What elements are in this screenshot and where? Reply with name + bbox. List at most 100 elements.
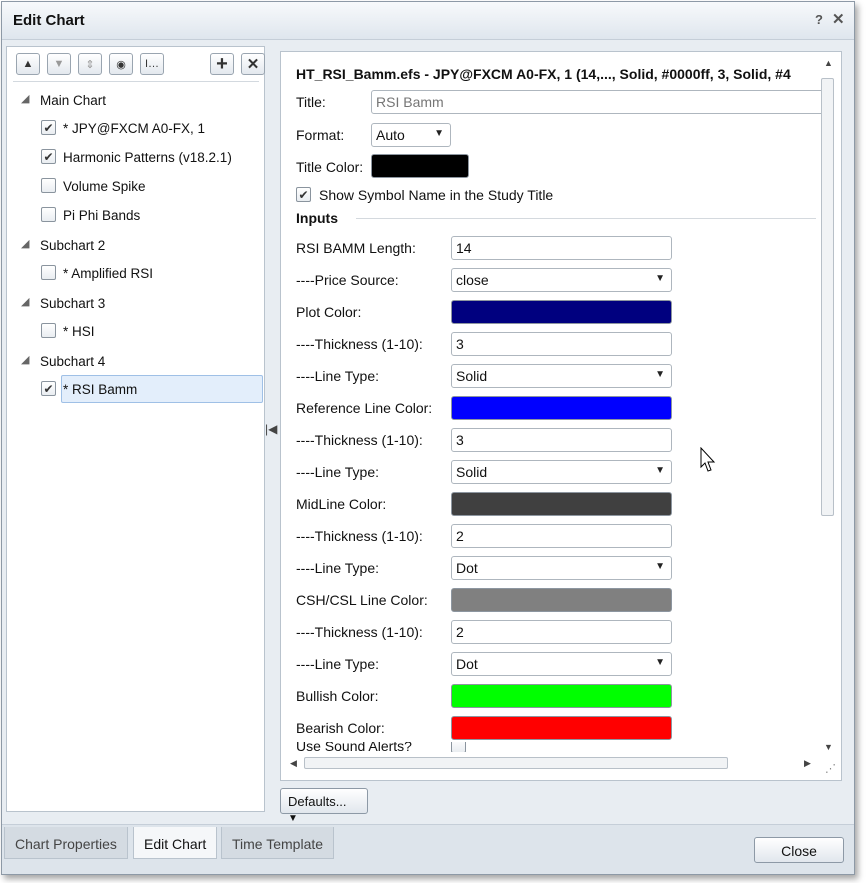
line-type-select[interactable]: Solid ▼	[451, 364, 672, 388]
tree-node-subchart2[interactable]: Subchart 2	[40, 233, 105, 257]
checkbox-volume[interactable]	[41, 178, 56, 193]
move-updown-icon[interactable]: ⇕	[78, 53, 102, 75]
chevron-down-icon: ▼	[655, 561, 665, 572]
plot-color-label: Plot Color:	[296, 304, 362, 320]
tree-item-jpy[interactable]: * JPY@FXCM A0-FX, 1	[63, 116, 205, 140]
line-type-select[interactable]: Dot ▼	[451, 652, 672, 676]
thickness-input[interactable]: 2	[451, 524, 672, 548]
bearish-color-label: Bearish Color:	[296, 720, 385, 736]
line-type-label: ----Line Type:	[296, 368, 379, 384]
thickness-label: ----Thickness (1-10):	[296, 624, 423, 640]
chevron-down-icon: ▼	[655, 369, 665, 380]
title-input[interactable]	[371, 90, 831, 114]
eye-icon[interactable]: ◉	[109, 53, 133, 75]
thickness-input[interactable]: 3	[451, 332, 672, 356]
collapse-panel-icon[interactable]: |◀	[265, 422, 277, 436]
add-study-icon[interactable]: +	[210, 53, 234, 75]
ref-color-label: Reference Line Color:	[296, 400, 433, 416]
horizontal-scroll-thumb[interactable]	[304, 757, 728, 769]
chevron-down-icon: ▼	[655, 273, 665, 284]
csh-color-swatch[interactable]	[451, 588, 672, 612]
tree-node-subchart3[interactable]: Subchart 3	[40, 291, 105, 315]
vertical-scroll-thumb[interactable]	[821, 78, 834, 516]
tree-item-hsi[interactable]: * HSI	[63, 319, 95, 343]
section-divider	[356, 218, 816, 219]
collapse-triangle-icon[interactable]: ◢	[21, 295, 29, 308]
length-input[interactable]: 14	[451, 236, 672, 260]
ref-color-swatch[interactable]	[451, 396, 672, 420]
checkbox-hsi[interactable]	[41, 323, 56, 338]
resize-grip-icon[interactable]: ⋰	[825, 762, 836, 775]
tab-chart-properties[interactable]: Chart Properties	[4, 827, 128, 859]
title-color-label: Title Color:	[296, 159, 364, 175]
text-cursor-icon[interactable]: I…	[140, 53, 164, 75]
tab-edit-chart[interactable]: Edit Chart	[133, 827, 218, 859]
show-symbol-label: Show Symbol Name in the Study Title	[319, 187, 554, 203]
checkbox-harmonic[interactable]: ✔	[41, 149, 56, 164]
bearish-color-swatch[interactable]	[451, 716, 672, 740]
bottom-bar: Chart Properties Edit Chart Time Templat…	[2, 824, 854, 874]
toolbar-divider	[13, 81, 259, 82]
csh-color-label: CSH/CSL Line Color:	[296, 592, 428, 608]
edit-chart-dialog: Edit Chart ? ✕ ▲ ▼ ⇕ ◉ I… + ✕ ◢ Main Cha…	[1, 1, 855, 875]
show-symbol-checkbox[interactable]: ✔	[296, 187, 311, 202]
checkbox-pi[interactable]	[41, 207, 56, 222]
line-type-label: ----Line Type:	[296, 656, 379, 672]
checkbox-rsibamm[interactable]: ✔	[41, 381, 56, 396]
sound-alerts-label: Use Sound Alerts?	[296, 742, 412, 752]
scroll-left-icon[interactable]: ◀	[290, 758, 297, 769]
study-properties-panel: HT_RSI_Bamm.efs - JPY@FXCM A0-FX, 1 (14,…	[280, 51, 842, 781]
defaults-button[interactable]: Defaults... ▼	[280, 788, 368, 824]
thickness-input[interactable]: 3	[451, 428, 672, 452]
title-color-swatch[interactable]	[371, 154, 469, 178]
line-type-label: ----Line Type:	[296, 560, 379, 576]
line-type-select[interactable]: Solid ▼	[451, 460, 672, 484]
collapse-triangle-icon[interactable]: ◢	[21, 92, 29, 105]
tree-item-harmonic[interactable]: Harmonic Patterns (v18.2.1)	[63, 145, 232, 169]
sound-alerts-checkbox[interactable]	[451, 742, 466, 752]
dialog-title: Edit Chart	[13, 12, 85, 29]
study-tree-panel: ▲ ▼ ⇕ ◉ I… + ✕ ◢ Main Chart ✔ * JPY@FXCM…	[6, 46, 265, 812]
chevron-down-icon: ▼	[288, 813, 298, 824]
plot-color-swatch[interactable]	[451, 300, 672, 324]
move-up-icon[interactable]: ▲	[16, 53, 40, 75]
inputs-section-title: Inputs	[296, 210, 338, 226]
clipped-row: Use Sound Alerts?	[281, 742, 819, 752]
tree-item-pi[interactable]: Pi Phi Bands	[63, 203, 140, 227]
checkbox-amplified[interactable]	[41, 265, 56, 280]
bullish-color-swatch[interactable]	[451, 684, 672, 708]
length-label: RSI BAMM Length:	[296, 240, 416, 256]
study-header: HT_RSI_Bamm.efs - JPY@FXCM A0-FX, 1 (14,…	[296, 66, 791, 82]
scroll-down-icon[interactable]: ▼	[824, 742, 833, 752]
collapse-triangle-icon[interactable]: ◢	[21, 353, 29, 366]
scroll-right-icon[interactable]: ▶	[804, 758, 811, 769]
help-icon[interactable]: ?	[815, 12, 823, 27]
checkbox-jpy[interactable]: ✔	[41, 120, 56, 135]
move-down-icon[interactable]: ▼	[47, 53, 71, 75]
format-label: Format:	[296, 127, 345, 143]
collapse-triangle-icon[interactable]: ◢	[21, 237, 29, 250]
midline-color-swatch[interactable]	[451, 492, 672, 516]
price-source-label: ----Price Source:	[296, 272, 399, 288]
tree-node-subchart4[interactable]: Subchart 4	[40, 349, 105, 373]
tree-item-volume[interactable]: Volume Spike	[63, 174, 146, 198]
bullish-color-label: Bullish Color:	[296, 688, 379, 704]
remove-study-icon[interactable]: ✕	[241, 53, 265, 75]
tab-time-template[interactable]: Time Template	[221, 827, 335, 859]
chevron-down-icon: ▼	[434, 128, 444, 139]
format-select[interactable]: Auto ▼	[371, 123, 451, 147]
line-type-select[interactable]: Dot ▼	[451, 556, 672, 580]
scroll-up-icon[interactable]: ▲	[824, 58, 833, 68]
thickness-label: ----Thickness (1-10):	[296, 336, 423, 352]
tree-node-main-chart[interactable]: Main Chart	[40, 88, 106, 112]
title-label: Title:	[296, 94, 326, 110]
chevron-down-icon: ▼	[655, 657, 665, 668]
tree-item-rsibamm[interactable]: * RSI Bamm	[63, 377, 137, 401]
thickness-label: ----Thickness (1-10):	[296, 432, 423, 448]
close-button[interactable]: Close	[754, 837, 844, 863]
close-icon[interactable]: ✕	[832, 10, 845, 28]
title-bar: Edit Chart ? ✕	[2, 2, 854, 40]
price-source-select[interactable]: close ▼	[451, 268, 672, 292]
thickness-input[interactable]: 2	[451, 620, 672, 644]
tree-item-amplified[interactable]: * Amplified RSI	[63, 261, 153, 285]
